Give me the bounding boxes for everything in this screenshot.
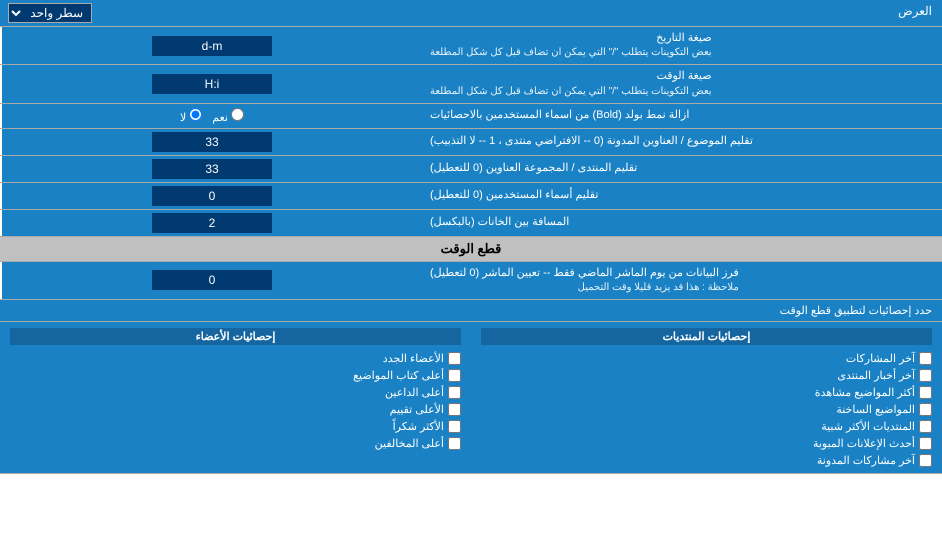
date-format-desc: بعض التكوينات يتطلب "/" التي يمكن ان تضا… [430,46,712,60]
forum-stats-header: إحصائيات المنتديات [481,328,932,345]
spacing-row: المسافة بين الخانات (بالبكسل) 2 [0,210,942,237]
checkboxes-section: إحصائيات المنتديات آخر المشاركات آخر أخب… [0,322,942,474]
check-item-3[interactable]: أكثر المواضيع مشاهدة [481,386,932,399]
check-last-posts-label: آخر المشاركات [846,352,915,365]
time-format-row: صيغة الوقت بعض التكوينات يتطلب "/" التي … [0,65,942,103]
time-format-input[interactable]: H:i [152,74,272,94]
spacing-label: المسافة بين الخانات (بالبكسل) [422,210,942,236]
check-top-rated-label: الأعلى تقييم [390,403,444,416]
display-select[interactable]: سطر واحد سطران ثلاثة أسطر [8,3,92,23]
bold-no-label[interactable]: لا [180,108,202,124]
spacing-input[interactable]: 2 [152,213,272,233]
display-select-cell[interactable]: سطر واحد سطران ثلاثة أسطر [0,0,100,26]
header-row: العرض سطر واحد سطران ثلاثة أسطر [0,0,942,27]
bold-label: ازالة نمط بولد (Bold) من اسماء المستخدمي… [422,104,942,128]
cutoff-section-header: قطع الوقت [0,237,942,262]
check-forum-news[interactable] [919,369,932,382]
check-item-7[interactable]: آخر مشاركات المدونة [481,454,932,467]
check-item-m1[interactable]: الأعضاء الجدد [10,352,461,365]
check-top-authors-label: أعلى كتاب المواضيع [353,369,444,382]
check-blog-posts-label: آخر مشاركات المدونة [817,454,915,467]
check-top-inviters[interactable] [448,386,461,399]
check-hot-topics[interactable] [919,403,932,416]
check-top-authors[interactable] [448,369,461,382]
topics-input[interactable]: 33 [152,132,272,152]
check-item-2[interactable]: آخر أخبار المنتدى [481,369,932,382]
check-new-members-label: الأعضاء الجدد [383,352,444,365]
forum-input[interactable]: 33 [152,159,272,179]
date-format-title: صيغة التاريخ [430,31,712,46]
forum-row: تقليم المنتدى / المجموعة العناوين (0 للت… [0,156,942,183]
check-item-m6[interactable]: أعلى المخالفين [10,437,461,450]
usernames-input[interactable]: 0 [152,186,272,206]
check-top-inviters-label: أعلى الداعين [385,386,444,399]
display-label: العرض [100,0,942,26]
cutoff-label: فرز البيانات من يوم الماشر الماضي فقط --… [422,262,942,299]
topics-input-cell[interactable]: 33 [2,129,422,155]
check-item-m4[interactable]: الأعلى تقييم [10,403,461,416]
check-item-m5[interactable]: الأكثر شكراً [10,420,461,433]
check-top-violated-label: أعلى المخالفين [375,437,444,450]
check-item-m2[interactable]: أعلى كتاب المواضيع [10,369,461,382]
forum-label: تقليم المنتدى / المجموعة العناوين (0 للت… [422,156,942,182]
time-format-input-cell[interactable]: H:i [2,65,422,102]
usernames-label: تقليم أسماء المستخدمين (0 للتعطيل) [422,183,942,209]
check-latest-ads[interactable] [919,437,932,450]
check-top-rated[interactable] [448,403,461,416]
bold-yes-label[interactable]: نعم [212,108,244,124]
date-format-label: صيغة التاريخ بعض التكوينات يتطلب "/" الت… [422,27,942,64]
check-latest-ads-label: أحدث الإعلانات المبوبة [813,437,915,450]
check-item-4[interactable]: المواضيع الساخنة [481,403,932,416]
topics-label: تقليم الموضوع / العناوين المدونة (0 -- ا… [422,129,942,155]
check-hot-topics-label: المواضيع الساخنة [836,403,915,416]
cutoff-input-cell[interactable]: 0 [2,262,422,299]
time-format-label: صيغة الوقت بعض التكوينات يتطلب "/" التي … [422,65,942,102]
check-most-thanked[interactable] [448,420,461,433]
limit-row: حدد إحصائيات لتطبيق قطع الوقت [0,300,942,322]
date-format-input-cell[interactable]: d-m [2,27,422,64]
check-top-violated[interactable] [448,437,461,450]
cutoff-title: فرز البيانات من يوم الماشر الماضي فقط --… [430,266,739,281]
check-most-similar-label: المنتديات الأكثر شبية [821,420,915,433]
cutoff-row: فرز البيانات من يوم الماشر الماضي فقط --… [0,262,942,300]
bold-no-radio[interactable] [189,108,202,121]
check-blog-posts[interactable] [919,454,932,467]
member-stats-header: إحصائيات الأعضاء [10,328,461,345]
check-most-similar[interactable] [919,420,932,433]
check-item-m3[interactable]: أعلى الداعين [10,386,461,399]
check-forum-news-label: آخر أخبار المنتدى [837,369,915,382]
check-item-5[interactable]: المنتديات الأكثر شبية [481,420,932,433]
check-most-viewed-label: أكثر المواضيع مشاهدة [815,386,915,399]
member-stats-group: إحصائيات الأعضاء الأعضاء الجدد أعلى كتاب… [0,322,471,473]
time-format-title: صيغة الوقت [430,69,712,84]
bold-yes-radio[interactable] [231,108,244,121]
cutoff-note: ملاحظة : هذا قد يزيد قليلا وقت التحميل [430,281,739,295]
bold-row: ازالة نمط بولد (Bold) من اسماء المستخدمي… [0,104,942,129]
time-format-desc: بعض التكوينات يتطلب "/" التي يمكن ان تضا… [430,85,712,99]
date-format-row: صيغة التاريخ بعض التكوينات يتطلب "/" الت… [0,27,942,65]
check-most-thanked-label: الأكثر شكراً [393,420,444,433]
forum-stats-group: إحصائيات المنتديات آخر المشاركات آخر أخب… [471,322,942,473]
spacing-input-cell[interactable]: 2 [2,210,422,236]
check-item-1[interactable]: آخر المشاركات [481,352,932,365]
date-format-input[interactable]: d-m [152,36,272,56]
check-last-posts[interactable] [919,352,932,365]
forum-input-cell[interactable]: 33 [2,156,422,182]
usernames-input-cell[interactable]: 0 [2,183,422,209]
check-new-members[interactable] [448,352,461,365]
usernames-row: تقليم أسماء المستخدمين (0 للتعطيل) 0 [0,183,942,210]
check-item-6[interactable]: أحدث الإعلانات المبوبة [481,437,932,450]
cutoff-input[interactable]: 0 [152,270,272,290]
check-most-viewed[interactable] [919,386,932,399]
limit-label: حدد إحصائيات لتطبيق قطع الوقت [10,304,932,317]
bold-radio-cell[interactable]: نعم لا [2,104,422,128]
topics-row: تقليم الموضوع / العناوين المدونة (0 -- ا… [0,129,942,156]
